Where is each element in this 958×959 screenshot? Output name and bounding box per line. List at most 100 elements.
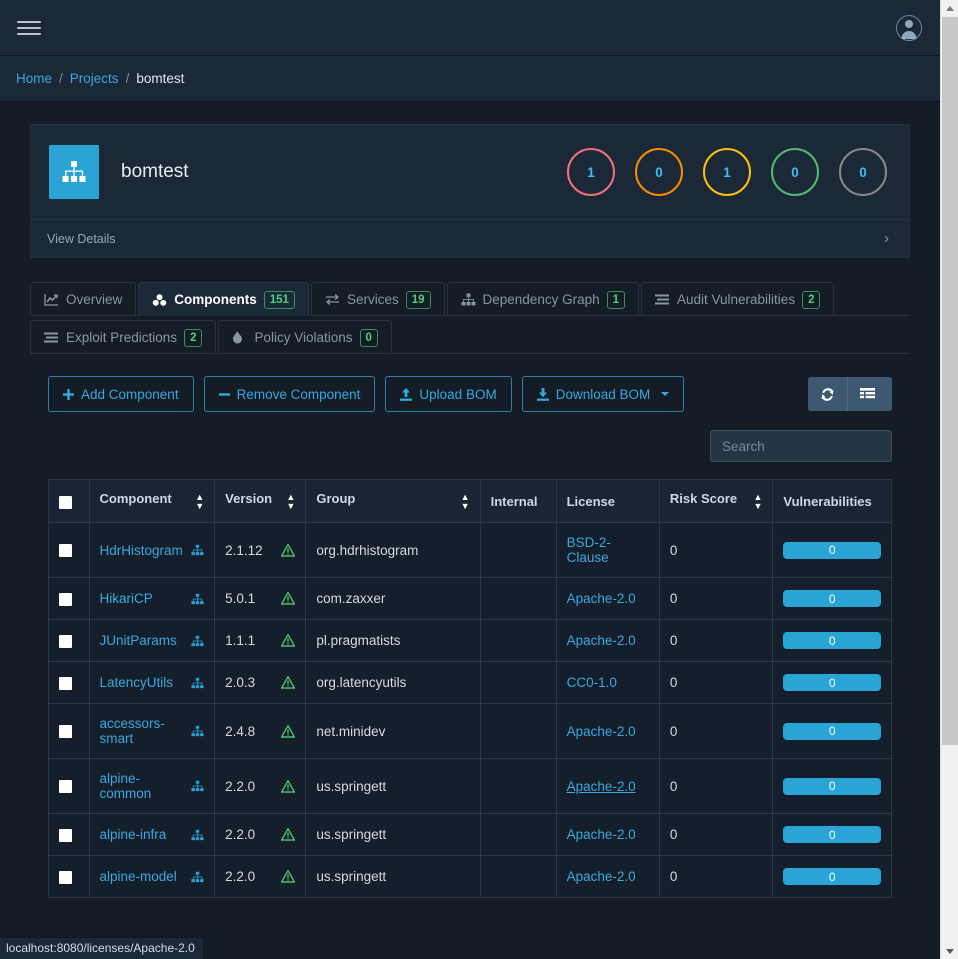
table-row[interactable]: alpine-model 2.2.0 us.springett Apache-2.0 0… (48, 855, 892, 898)
download-icon (536, 387, 549, 401)
license-cell: Apache-2.0 (555, 758, 660, 814)
row-checkbox[interactable] (59, 870, 72, 884)
component-link[interactable]: alpine-model (100, 869, 177, 884)
component-link[interactable]: alpine-common (100, 771, 186, 801)
group-cell: org.latencyutils (305, 661, 481, 704)
row-checkbox[interactable] (59, 544, 72, 558)
tab-dependency-graph-badge: 1 (606, 290, 625, 309)
component-cell: alpine-infra (88, 813, 216, 856)
tab-services[interactable]: Services 19 (310, 282, 445, 316)
license-link[interactable]: Apache-2.0 (567, 591, 636, 606)
table-row[interactable]: alpine-common 2.2.0 us.springett Apache-2.0… (48, 758, 892, 814)
version-cell: 2.2.0 (214, 758, 307, 814)
vertical-scrollbar[interactable] (940, 0, 958, 959)
tab-services-label: Services (346, 292, 399, 307)
row-checkbox[interactable] (59, 725, 72, 739)
component-link[interactable]: HikariCP (100, 591, 153, 606)
vulnerability-bar[interactable]: 0 (783, 868, 881, 885)
license-link[interactable]: BSD-2-Clause (567, 535, 611, 565)
license-link[interactable]: Apache-2.0 (567, 633, 636, 648)
column-header-component[interactable]: Component ▲ ▼ (88, 479, 216, 523)
row-checkbox[interactable] (59, 634, 72, 648)
column-header-version[interactable]: Version ▲ ▼ (214, 479, 307, 523)
table-row[interactable]: LatencyUtils 2.0.3 org.latencyutils CC0-1.0… (48, 661, 892, 704)
component-link[interactable]: alpine-infra (100, 827, 167, 842)
breadcrumb-current: bomtest (136, 71, 185, 86)
sitemap-icon (191, 677, 204, 689)
component-link[interactable]: accessors-smart (100, 716, 186, 746)
sitemap-icon (191, 593, 204, 605)
column-header-risk-score[interactable]: Risk Score ▲ ▼ (658, 479, 774, 523)
component-link[interactable]: HdrHistogram (100, 543, 183, 558)
columns-button[interactable] (848, 377, 892, 411)
scroll-up-arrow-icon[interactable] (941, 0, 958, 16)
tab-policy-violations[interactable]: Policy Violations 0 (218, 320, 392, 354)
vulnerability-bar[interactable]: 0 (783, 722, 881, 740)
download-bom-button[interactable]: Download BOM (521, 376, 685, 412)
breadcrumb-projects-link[interactable]: Projects (70, 71, 119, 86)
vulnerability-bar[interactable]: 0 (783, 777, 881, 795)
component-cell: LatencyUtils (88, 661, 216, 704)
vulnerabilities-cell: 0 (772, 758, 892, 814)
column-header-internal[interactable]: Internal (479, 479, 557, 523)
severity-medium[interactable]: 1 (703, 148, 751, 196)
column-header-vulnerabilities[interactable]: Vulnerabilities (772, 479, 892, 523)
table-row[interactable]: HikariCP 5.0.1 com.zaxxer Apache-2.0 0 0 (48, 577, 892, 620)
tab-exploit-predictions[interactable]: Exploit Predictions 2 (30, 320, 217, 354)
license-link[interactable]: Apache-2.0 (567, 869, 636, 884)
tab-audit-vulnerabilities[interactable]: Audit Vulnerabilities 2 (641, 282, 835, 316)
license-link[interactable]: Apache-2.0 (567, 779, 636, 794)
row-checkbox[interactable] (59, 780, 72, 794)
row-checkbox[interactable] (59, 828, 72, 842)
breadcrumb-home-link[interactable]: Home (16, 71, 52, 86)
vulnerability-bar[interactable]: 0 (783, 541, 881, 559)
sitemap-icon (191, 544, 204, 556)
row-select-cell (48, 661, 90, 704)
search-input[interactable] (710, 430, 892, 462)
hamburger-line (17, 26, 41, 29)
internal-cell (479, 619, 557, 662)
tab-components[interactable]: Components 151 (138, 282, 309, 316)
scroll-down-arrow-icon[interactable] (941, 943, 958, 959)
severity-low[interactable]: 0 (771, 148, 819, 196)
scrollbar-thumb[interactable] (942, 17, 958, 745)
tab-policy-violations-label: Policy Violations (254, 330, 353, 345)
upload-bom-button[interactable]: Upload BOM (385, 376, 512, 412)
view-details-button[interactable]: View Details › (31, 219, 909, 257)
table-row[interactable]: accessors-smart 2.4.8 net.minidev Apache-2.… (48, 703, 892, 759)
severity-critical[interactable]: 1 (567, 148, 615, 196)
internal-cell (479, 703, 557, 759)
refresh-button[interactable] (808, 377, 847, 411)
license-link[interactable]: CC0-1.0 (567, 675, 617, 690)
remove-component-button[interactable]: Remove Component (203, 376, 376, 412)
vulnerability-bar[interactable]: 0 (783, 674, 881, 691)
severity-high[interactable]: 0 (635, 148, 683, 196)
tab-overview[interactable]: Overview (30, 282, 137, 316)
license-link[interactable]: Apache-2.0 (567, 724, 636, 739)
license-link[interactable]: Apache-2.0 (567, 827, 636, 842)
tab-dependency-graph[interactable]: Dependency Graph 1 (446, 282, 639, 316)
component-link[interactable]: LatencyUtils (100, 675, 174, 690)
hamburger-menu-icon[interactable] (14, 13, 44, 43)
component-link[interactable]: JUnitParams (100, 633, 177, 648)
table-row[interactable]: HdrHistogram 2.1.12 org.hdrhistogram BSD-2-… (48, 522, 892, 578)
severity-medium-value: 1 (723, 164, 731, 180)
vulnerability-bar[interactable]: 0 (783, 826, 881, 843)
vulnerabilities-cell: 0 (772, 813, 892, 856)
component-cell: alpine-model (88, 855, 216, 898)
add-component-button[interactable]: Add Component (48, 376, 194, 412)
row-checkbox[interactable] (59, 592, 72, 606)
sitemap-icon (49, 145, 99, 199)
severity-unassigned[interactable]: 0 (839, 148, 887, 196)
table-row[interactable]: alpine-infra 2.2.0 us.springett Apache-2.0 0… (48, 813, 892, 856)
vulnerability-bar[interactable]: 0 (783, 632, 881, 649)
vulnerability-bar[interactable]: 0 (783, 590, 881, 607)
row-checkbox[interactable] (59, 676, 72, 690)
table-row[interactable]: JUnitParams 1.1.1 pl.pragmatists Apache-2.0… (48, 619, 892, 662)
sort-icon: ▲ ▼ (286, 492, 296, 511)
internal-cell (479, 661, 557, 704)
select-all-checkbox[interactable] (59, 495, 72, 509)
column-header-license[interactable]: License (555, 479, 660, 523)
user-avatar-icon[interactable] (896, 14, 922, 41)
column-header-group[interactable]: Group ▲ ▼ (305, 479, 481, 523)
